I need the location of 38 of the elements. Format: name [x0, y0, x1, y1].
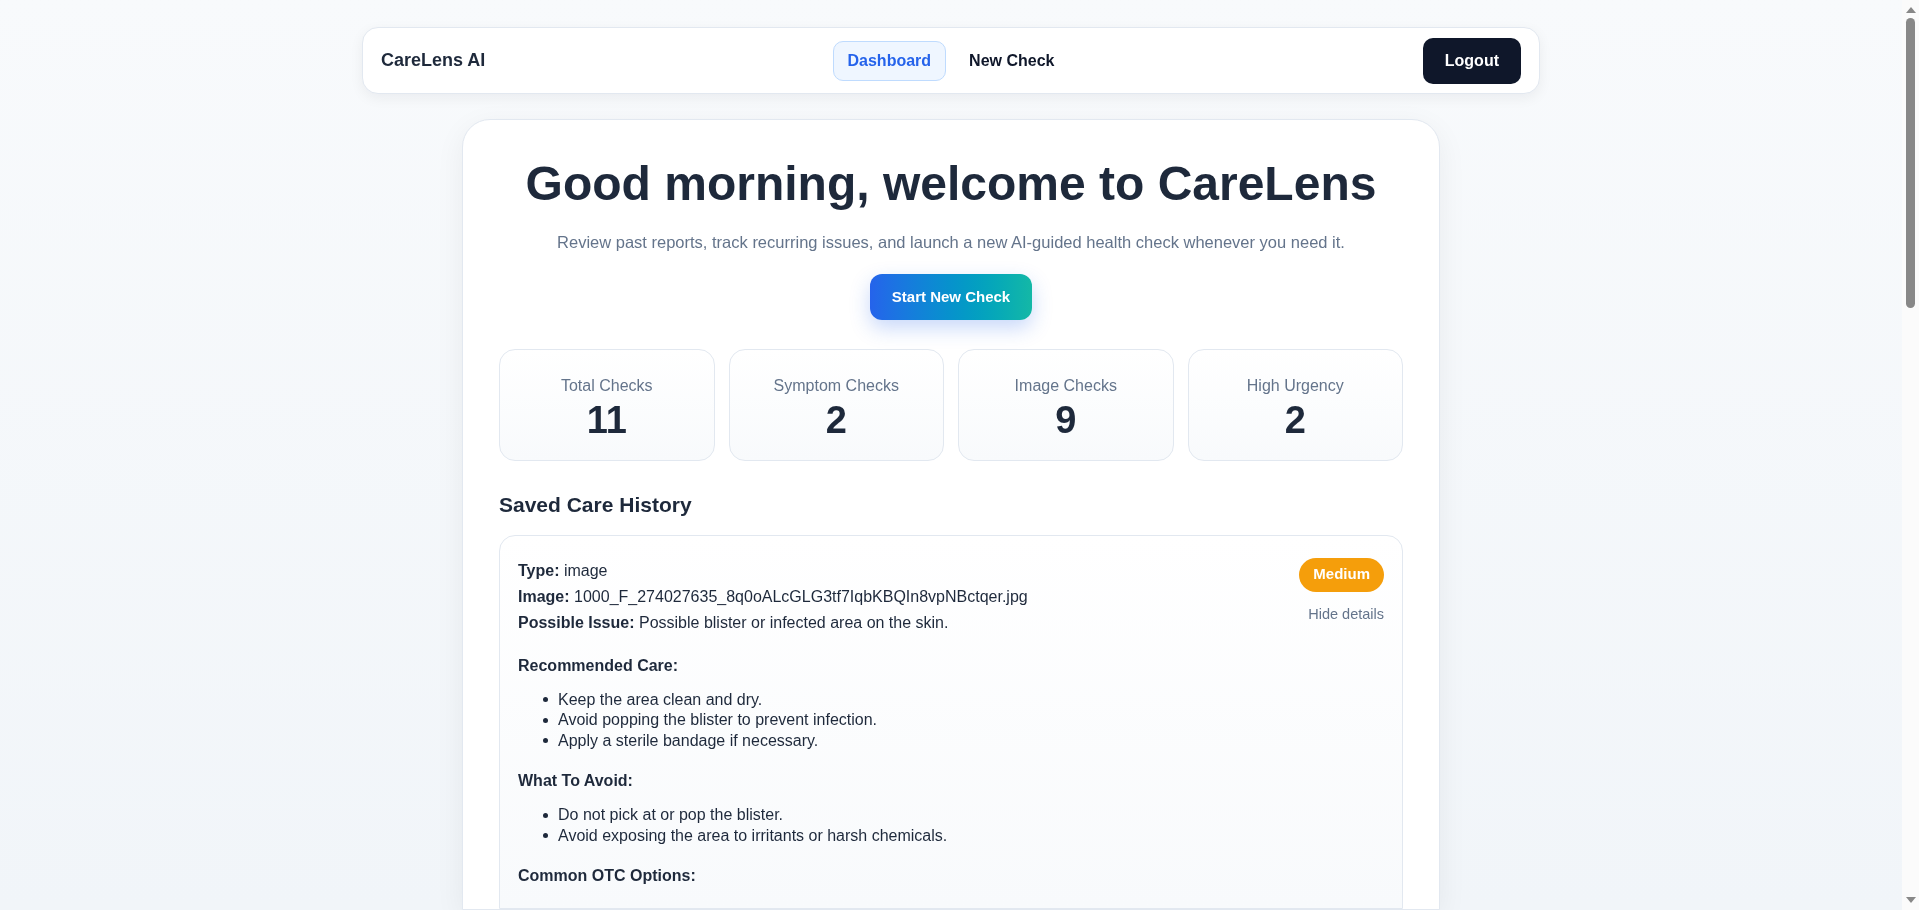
logout-button[interactable]: Logout: [1422, 37, 1521, 84]
bullet-icon: [543, 812, 548, 818]
brand-name: CareLens AI: [381, 49, 487, 73]
entry-field: Image: 1000_F_274027635_8q0oALcGLG3tf7IqbKBQIn8vpNBctqer.jpg: [518, 583, 1300, 610]
entry-field: Type: image: [518, 557, 1300, 584]
section-title: Common OTC Options:: [518, 866, 697, 886]
stat-value: 2: [825, 398, 847, 442]
start-check-button[interactable]: Start New Check: [869, 274, 1033, 320]
list-item: Do not pick at or pop the blister.: [558, 805, 783, 825]
section-title: Recommended Care:: [518, 655, 680, 676]
nav-link[interactable]: Dashboard: [832, 40, 947, 81]
section-heading: Saved Care History: [499, 492, 693, 518]
entry-field: Possible Issue: Possible blister or infected area on the skin.: [518, 609, 1300, 636]
nav-link[interactable]: New Check: [954, 40, 1070, 81]
scrollbar-thumb[interactable]: [1906, 18, 1915, 308]
stat-label: High Urgency: [1246, 376, 1344, 396]
bullet-icon: [543, 738, 548, 744]
scroll-up-icon[interactable]: [1905, 7, 1916, 13]
page-title: Good morning, welcome to CareLens: [525, 156, 1377, 213]
section-title: What To Avoid:: [518, 771, 634, 791]
list-item: Apply a sterile bandage if necessary.: [558, 730, 819, 751]
stat-value: 9: [1055, 398, 1077, 442]
stat-label: Total Checks: [560, 376, 653, 396]
stat-label: Image Checks: [1014, 376, 1117, 396]
scroll-down-icon[interactable]: [1905, 897, 1916, 903]
bullet-icon: [543, 717, 548, 723]
stat-value: 2: [1284, 398, 1306, 442]
bullet-icon: [543, 697, 548, 703]
page-subtitle: Review past reports, track recurring issues, and launch a new AI-guided health check whenever you need it.: [557, 232, 1345, 254]
stat-value: 11: [586, 398, 627, 442]
bullet-icon: [543, 833, 548, 839]
list-item: Avoid popping the blister to prevent infection.: [558, 710, 878, 730]
list-item: Keep the area clean and dry.: [558, 689, 763, 710]
stat-label: Symptom Checks: [773, 376, 899, 396]
urgency-badge: Medium: [1299, 557, 1384, 592]
details-toggle[interactable]: Hide details: [1308, 603, 1384, 626]
list-item: Avoid exposing the area to irritants or harsh chemicals.: [558, 825, 948, 846]
scrollbar[interactable]: [1902, 0, 1919, 910]
